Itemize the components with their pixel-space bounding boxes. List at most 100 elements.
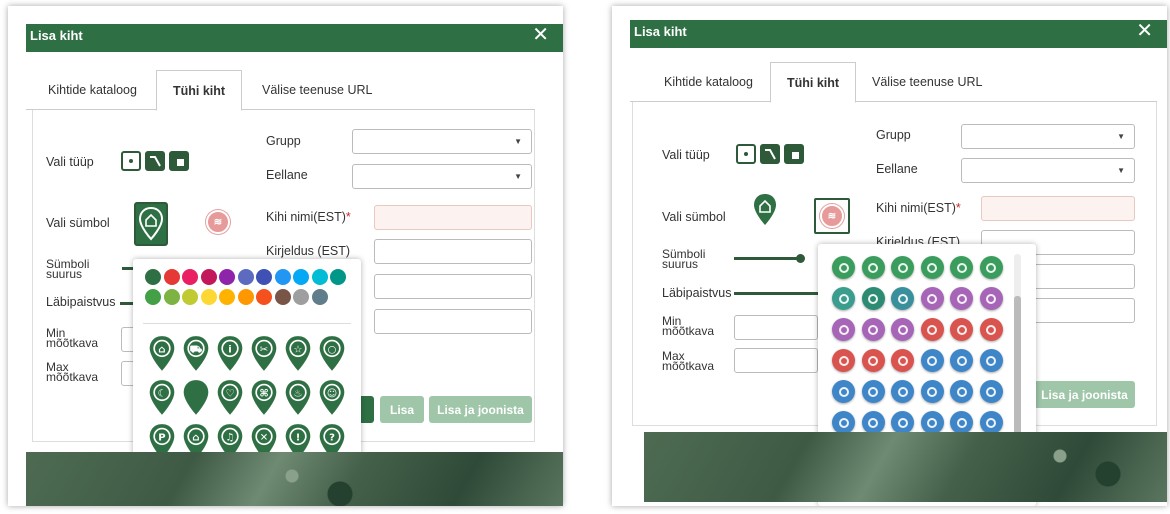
symbol-option-icon[interactable]	[920, 411, 944, 434]
symbol-size-slider-knob[interactable]	[796, 254, 805, 263]
cup-icon[interactable]: ♨	[283, 379, 313, 417]
home-icon[interactable]: ⌂	[147, 335, 177, 373]
symbol-option-icon[interactable]	[832, 287, 855, 310]
tab-empty-layer[interactable]: Tühi kiht	[770, 62, 857, 103]
layer-name-input[interactable]	[374, 205, 532, 230]
symbol-option-icon[interactable]	[950, 411, 973, 434]
symbol-option-icon[interactable]	[832, 349, 855, 372]
color-swatch[interactable]	[256, 269, 272, 285]
color-swatch[interactable]	[311, 289, 328, 305]
line-type-button[interactable]	[145, 151, 165, 171]
symbol-option-icon[interactable]	[832, 411, 855, 434]
group-select[interactable]: ▼	[961, 124, 1135, 149]
color-swatch[interactable]	[274, 269, 291, 285]
opacity-slider[interactable]	[734, 292, 820, 295]
parent-select[interactable]: ▼	[352, 164, 532, 189]
star-icon[interactable]: ☆	[283, 335, 313, 373]
color-swatch[interactable]	[145, 269, 161, 285]
moon-icon[interactable]: ☾	[147, 379, 177, 417]
color-swatch[interactable]	[163, 289, 180, 305]
symbol-option-icon[interactable]	[979, 349, 1003, 372]
color-swatch[interactable]	[200, 269, 217, 285]
symbol-option-icon[interactable]	[920, 256, 944, 279]
point-type-button[interactable]	[121, 151, 141, 171]
min-scale-input[interactable]	[734, 315, 818, 340]
add-button[interactable]: Lisa	[380, 396, 424, 423]
color-swatch[interactable]	[182, 269, 198, 285]
close-icon[interactable]: ✕	[1136, 19, 1153, 43]
selected-symbol-button[interactable]: ≋	[814, 198, 850, 234]
symbol-option-icon[interactable]	[979, 318, 1003, 341]
symbol-option-icon[interactable]	[979, 256, 1003, 279]
polygon-type-button[interactable]	[169, 151, 189, 171]
tab-external-url[interactable]: Välise teenuse URL	[246, 70, 388, 110]
color-swatch[interactable]	[256, 289, 272, 305]
symbol-option-icon[interactable]	[979, 380, 1003, 403]
point-type-button[interactable]	[736, 144, 756, 164]
heart-icon[interactable]: ♡	[215, 379, 245, 417]
selected-symbol-button[interactable]	[134, 202, 168, 246]
command-icon[interactable]: ⌘	[249, 379, 279, 417]
polygon-type-button[interactable]	[784, 144, 804, 164]
symbol-option-icon[interactable]	[832, 256, 855, 279]
color-swatch[interactable]	[311, 269, 328, 285]
symbol-option-icon[interactable]	[950, 349, 973, 372]
symbol-option-icon[interactable]	[891, 318, 914, 341]
symbol-option-icon[interactable]	[891, 256, 914, 279]
home-pin-button[interactable]	[752, 193, 778, 227]
color-swatch[interactable]	[237, 269, 254, 285]
description-input[interactable]	[374, 239, 532, 264]
symbol-option-icon[interactable]	[920, 318, 944, 341]
circle-icon[interactable]: ○	[317, 335, 347, 373]
layer-name-input[interactable]	[981, 196, 1135, 221]
symbol-option-icon[interactable]	[950, 318, 973, 341]
tab-empty-layer[interactable]: Tühi kiht	[156, 70, 243, 111]
smiley-icon[interactable]: ☺	[317, 379, 347, 417]
max-scale-input[interactable]	[734, 348, 818, 373]
color-swatch[interactable]	[200, 289, 217, 305]
blank-icon[interactable]	[181, 379, 211, 417]
field-input-4[interactable]	[374, 309, 532, 334]
field-input-3[interactable]	[374, 274, 532, 299]
symbol-option-icon[interactable]	[891, 380, 914, 403]
color-swatch[interactable]	[274, 289, 291, 305]
tab-external-url[interactable]: Välise teenuse URL	[856, 62, 998, 102]
cart-icon[interactable]: ⛟	[181, 335, 211, 373]
color-swatch[interactable]	[237, 289, 254, 305]
symbol-option-icon[interactable]	[891, 349, 914, 372]
symbol-option-icon[interactable]	[950, 287, 973, 310]
line-type-button[interactable]	[760, 144, 780, 164]
info-icon[interactable]: i	[215, 335, 245, 373]
symbol-option-icon[interactable]	[832, 380, 855, 403]
symbol-option-icon[interactable]	[832, 318, 855, 341]
add-and-draw-button[interactable]: Lisa ja joonista	[1034, 381, 1135, 408]
color-swatch[interactable]	[330, 269, 346, 285]
color-swatch[interactable]	[293, 269, 309, 285]
close-icon[interactable]: ✕	[532, 23, 549, 47]
symbol-option-icon[interactable]	[950, 380, 973, 403]
symbol-option-icon[interactable]	[979, 411, 1003, 434]
symbol-option-icon[interactable]	[861, 256, 885, 279]
pink-symbol[interactable]: ≋	[206, 210, 230, 234]
symbol-option-icon[interactable]	[861, 380, 885, 403]
parent-select[interactable]: ▼	[961, 158, 1135, 183]
symbol-option-icon[interactable]	[861, 411, 885, 434]
color-swatch[interactable]	[219, 289, 235, 305]
symbol-option-icon[interactable]	[920, 349, 944, 372]
color-swatch[interactable]	[163, 269, 180, 285]
color-swatch[interactable]	[219, 269, 235, 285]
symbol-size-slider[interactable]	[734, 257, 800, 260]
color-swatch[interactable]	[182, 289, 198, 305]
color-swatch[interactable]	[145, 289, 161, 305]
symbol-option-icon[interactable]	[979, 287, 1003, 310]
symbol-option-icon[interactable]	[891, 287, 914, 310]
symbol-option-icon[interactable]	[950, 256, 973, 279]
color-swatch[interactable]	[293, 289, 309, 305]
tab-layer-catalog[interactable]: Kihtide kataloog	[32, 70, 153, 110]
symbol-option-icon[interactable]	[891, 411, 914, 434]
symbol-option-icon[interactable]	[920, 287, 944, 310]
symbol-option-icon[interactable]	[861, 287, 885, 310]
symbol-option-icon[interactable]	[861, 318, 885, 341]
group-select[interactable]: ▼	[352, 129, 532, 154]
add-and-draw-button[interactable]: Lisa ja joonista	[429, 396, 532, 423]
